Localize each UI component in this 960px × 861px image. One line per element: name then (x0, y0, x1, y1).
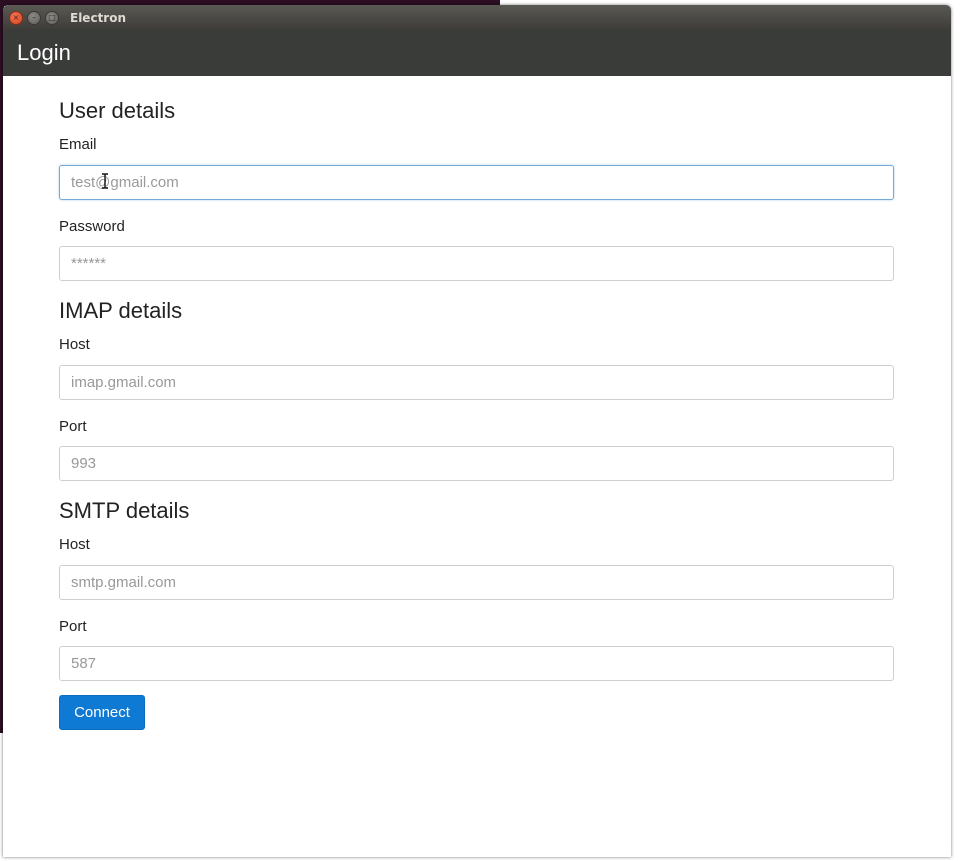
email-field[interactable] (59, 165, 894, 200)
user-details-heading: User details (59, 98, 176, 123)
window-titlebar[interactable]: × – □ Electron (3, 5, 951, 30)
window-close-button[interactable]: × (9, 10, 23, 25)
imap-port-field[interactable] (59, 446, 894, 481)
smtp-host-label: Host (59, 536, 90, 553)
connect-button[interactable]: Connect (59, 695, 145, 730)
smtp-port-field[interactable] (59, 646, 894, 681)
password-field[interactable] (59, 246, 894, 281)
email-label: Email (59, 136, 97, 153)
app-header: Login (3, 30, 951, 76)
imap-host-label: Host (59, 336, 90, 353)
window-maximize-button[interactable]: □ (45, 10, 59, 25)
login-form: User details Email Password IMAP details… (3, 98, 895, 730)
smtp-port-label: Port (59, 618, 87, 635)
page-title: Login (17, 40, 71, 65)
password-label: Password (59, 218, 125, 235)
imap-details-heading: IMAP details (59, 298, 183, 323)
window-title: Electron (70, 10, 127, 25)
imap-host-field[interactable] (59, 365, 894, 400)
app-window: × – □ Electron Login User details Email … (3, 5, 951, 857)
smtp-details-heading: SMTP details (59, 498, 190, 523)
text-cursor-icon (102, 173, 108, 189)
window-minimize-button[interactable]: – (27, 10, 41, 25)
imap-port-label: Port (59, 418, 87, 435)
smtp-host-field[interactable] (59, 565, 894, 600)
